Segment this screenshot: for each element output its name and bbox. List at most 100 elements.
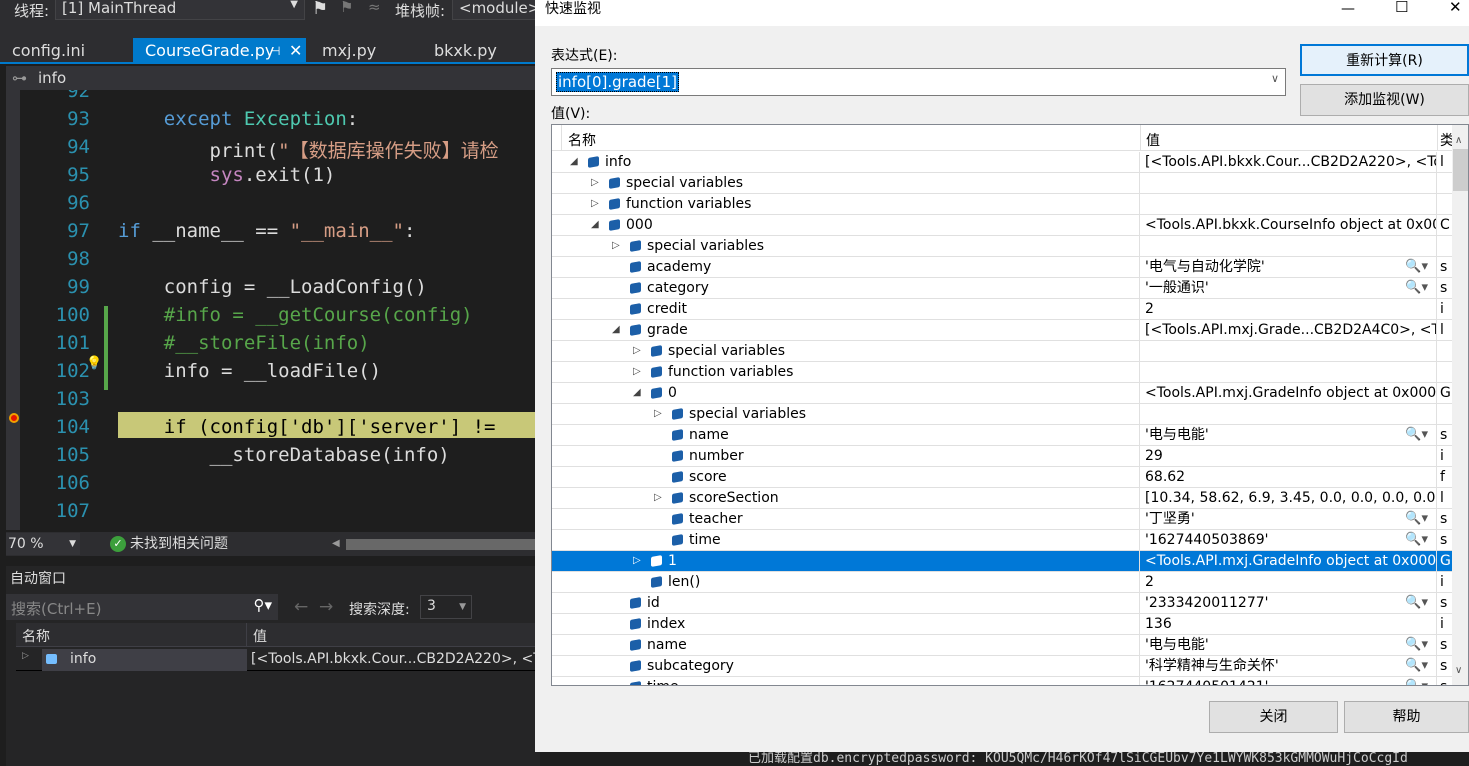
close-button[interactable]: 关闭 (1209, 701, 1338, 733)
watch-row[interactable]: id '2333420011277' 🔍▾ s (552, 593, 1452, 614)
watch-row[interactable]: ▷ scoreSection [10.34, 58.62, 6.9, 3.45, 0… (552, 488, 1452, 509)
expand-arrow-icon[interactable]: ▷ (591, 173, 599, 193)
vertical-scrollbar[interactable]: ∧ ∨ (1452, 125, 1468, 685)
code-line[interactable]: config = __LoadConfig() (118, 276, 427, 298)
code-line[interactable]: print("【数据库操作失败】请检 (118, 136, 499, 163)
expand-arrow-icon[interactable]: ▷ (654, 404, 662, 424)
col-value-header[interactable]: 值 (1140, 125, 1165, 151)
expand-arrow-icon[interactable]: ▷ (612, 236, 620, 256)
value-cell[interactable]: '电与电能' 🔍▾ (1140, 635, 1437, 656)
value-cell[interactable] (1140, 173, 1437, 194)
col-name-header[interactable]: 名称 (568, 130, 596, 150)
watch-row[interactable]: ◢ 0 <Tools.API.mxj.GradeInfo object at 0x0… (552, 383, 1452, 404)
maximize-icon[interactable]: ☐ (1395, 0, 1408, 16)
watch-row[interactable]: ▷ 1 <Tools.API.mxj.GradeInfo object at 0x0… (552, 551, 1452, 572)
value-cell[interactable]: '1627440503869' 🔍▾ (1140, 530, 1437, 551)
watch-row[interactable]: academy '电气与自动化学院' 🔍▾ s (552, 257, 1452, 278)
expression-input[interactable]: info[0].grade[1] ∨ (551, 68, 1286, 96)
scroll-left-icon[interactable]: ◀ (332, 532, 340, 556)
watch-row[interactable]: name '电与电能' 🔍▾ s (552, 635, 1452, 656)
chevron-down-icon[interactable]: ∨ (1271, 72, 1279, 85)
breakpoint-icon[interactable] (9, 413, 19, 423)
value-cell[interactable]: 2 (1140, 299, 1437, 320)
col-name-header[interactable]: 名称 (22, 626, 50, 646)
thread-switch-icon[interactable]: ≈ (368, 0, 381, 16)
watch-row[interactable]: ▷ function variables (552, 362, 1452, 383)
watch-row[interactable]: index 136 i (552, 614, 1452, 635)
expand-arrow-icon[interactable]: ▷ (633, 341, 641, 361)
tab-config-ini[interactable]: config.ini (0, 38, 97, 64)
zoom-dropdown[interactable]: 70 % ▼ (6, 533, 80, 555)
search-icon[interactable]: ⚲▾ (253, 596, 272, 614)
collapse-arrow-icon[interactable]: ◢ (612, 320, 620, 340)
code-line[interactable]: info = __loadFile() (118, 360, 381, 382)
code-line[interactable]: #__storeFile(info) (118, 332, 370, 354)
code-line[interactable]: if __name__ == "__main__": (118, 220, 415, 242)
tab-mxj-py[interactable]: mxj.py (310, 38, 388, 64)
watch-row[interactable]: time '1627440503869' 🔍▾ s (552, 530, 1452, 551)
horizontal-scrollbar[interactable] (346, 539, 540, 550)
expand-arrow-icon[interactable]: ▷ (633, 551, 641, 571)
code-line[interactable] (118, 90, 255, 102)
filter-flag-icon[interactable]: ⚑ (340, 0, 353, 16)
expand-arrow-icon[interactable]: ▷ (22, 651, 29, 661)
scroll-down-icon[interactable]: ∨ (1455, 665, 1462, 676)
col-type-header[interactable]: 类型 (1437, 125, 1452, 151)
scroll-up-icon[interactable]: ∧ (1455, 135, 1462, 146)
value-cell[interactable] (1140, 362, 1437, 383)
tab-coursegrade-py[interactable]: CourseGrade.py ⊣ ✕ (133, 38, 306, 64)
flag-icon[interactable]: ⚑ (312, 0, 328, 19)
collapse-arrow-icon[interactable]: ◢ (570, 152, 578, 172)
value-cell[interactable]: '电与电能' 🔍▾ (1140, 425, 1437, 446)
watch-row[interactable]: teacher '丁坚勇' 🔍▾ s (552, 509, 1452, 530)
watch-row[interactable]: score 68.62 f (552, 467, 1452, 488)
code-line[interactable]: sys.exit(1) (118, 164, 336, 186)
add-watch-button[interactable]: 添加监视(W) (1300, 84, 1469, 116)
visualizer-icon[interactable]: 🔍▾ (1405, 656, 1428, 676)
value-cell[interactable]: [<Tools.API.bkxk.Cour...CB2D2A220>, <Too… (1140, 152, 1437, 173)
value-cell[interactable]: 136 (1140, 614, 1437, 635)
pin-icon[interactable]: ⊣ (270, 38, 280, 64)
watch-grid[interactable]: 名称 值 类型 ◢ info [<Tools.API.bkxk.Cour...CB2… (551, 124, 1469, 686)
value-cell[interactable] (1140, 194, 1437, 215)
value-cell[interactable]: <Tools.API.mxj.GradeInfo object at 0x000… (1140, 551, 1437, 572)
code-line[interactable]: if (config['db']['server'] != (118, 416, 496, 438)
value-cell[interactable] (1140, 341, 1437, 362)
tab-bkxk-py[interactable]: bkxk.py (422, 38, 509, 64)
value-cell[interactable]: 68.62 (1140, 467, 1437, 488)
watch-row[interactable]: ▷ special variables (552, 173, 1452, 194)
visualizer-icon[interactable]: 🔍▾ (1405, 257, 1428, 277)
minimize-icon[interactable]: — (1341, 0, 1355, 18)
watch-row[interactable]: ◢ grade [<Tools.API.mxj.Grade...CB2D2A4C0>… (552, 320, 1452, 341)
visualizer-icon[interactable]: 🔍▾ (1405, 593, 1428, 613)
watch-row[interactable]: number 29 i (552, 446, 1452, 467)
autos-search-input[interactable]: 搜索(Ctrl+E) ⚲▾ (6, 594, 278, 620)
watch-row[interactable]: len() 2 i (552, 572, 1452, 593)
expand-arrow-icon[interactable]: ▷ (633, 362, 641, 382)
value-cell[interactable]: '科学精神与生命关怀' 🔍▾ (1140, 656, 1437, 677)
watch-row[interactable]: ◢ info [<Tools.API.bkxk.Cour...CB2D2A220>,… (552, 152, 1452, 173)
value-cell[interactable]: '电气与自动化学院' 🔍▾ (1140, 257, 1437, 278)
value-cell[interactable]: '一般通识' 🔍▾ (1140, 278, 1437, 299)
help-button[interactable]: 帮助 (1344, 701, 1469, 733)
value-cell[interactable]: [<Tools.API.mxj.Grade...CB2D2A4C0>, <To.… (1140, 320, 1437, 341)
close-icon[interactable]: ✕ (1449, 0, 1462, 16)
close-icon[interactable]: ✕ (289, 38, 302, 64)
visualizer-icon[interactable]: 🔍▾ (1405, 530, 1428, 550)
watch-row[interactable]: ▷ special variables (552, 341, 1452, 362)
code-line[interactable]: #info = __getCourse(config) (118, 304, 473, 326)
watch-row[interactable]: ◢ 000 <Tools.API.bkxk.CourseInfo object at… (552, 215, 1452, 236)
scrollbar-thumb[interactable] (1453, 149, 1468, 191)
expand-arrow-icon[interactable]: ▷ (654, 488, 662, 508)
value-cell[interactable] (1140, 404, 1437, 425)
visualizer-icon[interactable]: 🔍▾ (1405, 278, 1428, 298)
value-cell[interactable]: <Tools.API.bkxk.CourseInfo object at 0x0… (1140, 215, 1437, 236)
code-line[interactable]: __storeDatabase(info) (118, 444, 450, 466)
watch-row[interactable]: time '1627440501421' 🔍▾ s (552, 677, 1452, 685)
autos-row[interactable]: ▷ info [<Tools.API.bkxk.Cour...CB2D2A220… (16, 649, 540, 671)
value-cell[interactable]: [10.34, 58.62, 6.9, 3.45, 0.0, 0.0, 0.0,… (1140, 488, 1437, 509)
visualizer-icon[interactable]: 🔍▾ (1405, 425, 1428, 445)
expand-arrow-icon[interactable]: ▷ (591, 194, 599, 214)
value-cell[interactable] (1140, 236, 1437, 257)
value-cell[interactable]: <Tools.API.mxj.GradeInfo object at 0x000… (1140, 383, 1437, 404)
